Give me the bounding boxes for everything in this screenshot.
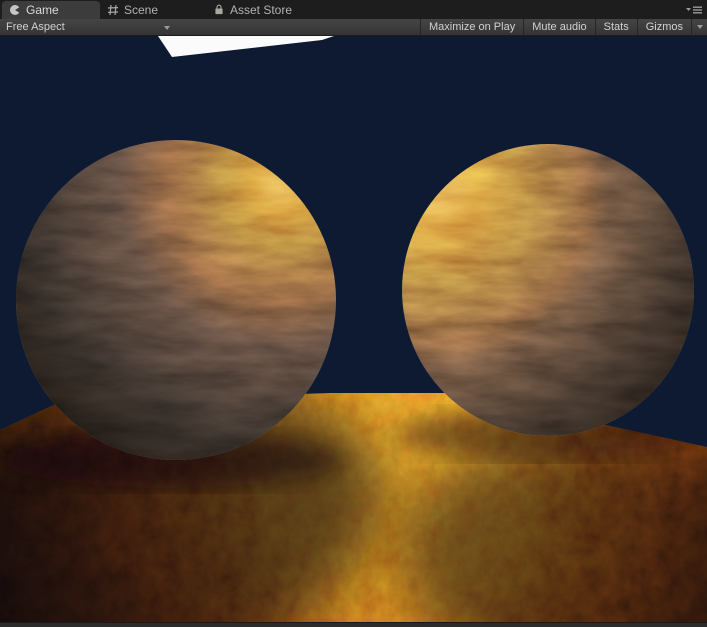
tab-bar: Game Scene Asset Store — [0, 0, 707, 19]
tab-options-button[interactable] — [685, 4, 703, 15]
window-bottom-strip — [0, 622, 707, 627]
tab-label: Asset Store — [230, 3, 292, 17]
aspect-label: Free Aspect — [6, 21, 65, 33]
gizmos-label: Gizmos — [646, 21, 683, 33]
game-render-viewport[interactable] — [0, 36, 707, 622]
maximize-on-play-button[interactable]: Maximize on Play — [420, 19, 523, 35]
tab-asset-store[interactable]: Asset Store — [206, 1, 328, 19]
chevron-down-icon — [697, 25, 703, 29]
tab-label: Game — [26, 3, 59, 17]
mute-audio-button[interactable]: Mute audio — [523, 19, 594, 35]
tab-game[interactable]: Game — [2, 1, 100, 19]
unity-game-view-window: Game Scene Asset Store — [0, 0, 707, 627]
toolbar-spacer — [178, 19, 420, 35]
tab-options-icon — [686, 5, 702, 15]
aspect-dropdown[interactable]: Free Aspect — [0, 19, 178, 35]
stats-label: Stats — [604, 21, 629, 33]
stats-button[interactable]: Stats — [595, 19, 637, 35]
game-render — [0, 36, 707, 622]
game-view-toolbar: Free Aspect Maximize on Play Mute audio … — [0, 19, 707, 36]
chevron-down-icon — [164, 26, 170, 30]
tab-label: Scene — [124, 3, 158, 17]
mute-audio-label: Mute audio — [532, 21, 586, 33]
game-icon — [9, 4, 21, 16]
scene-icon — [107, 4, 119, 16]
asset-store-icon — [213, 4, 225, 16]
left-sphere — [16, 140, 336, 460]
gizmos-dropdown-arrow[interactable] — [691, 19, 707, 35]
tab-scene[interactable]: Scene — [100, 1, 206, 19]
gizmos-button[interactable]: Gizmos — [637, 19, 691, 35]
maximize-on-play-label: Maximize on Play — [429, 21, 515, 33]
right-sphere — [402, 144, 694, 436]
